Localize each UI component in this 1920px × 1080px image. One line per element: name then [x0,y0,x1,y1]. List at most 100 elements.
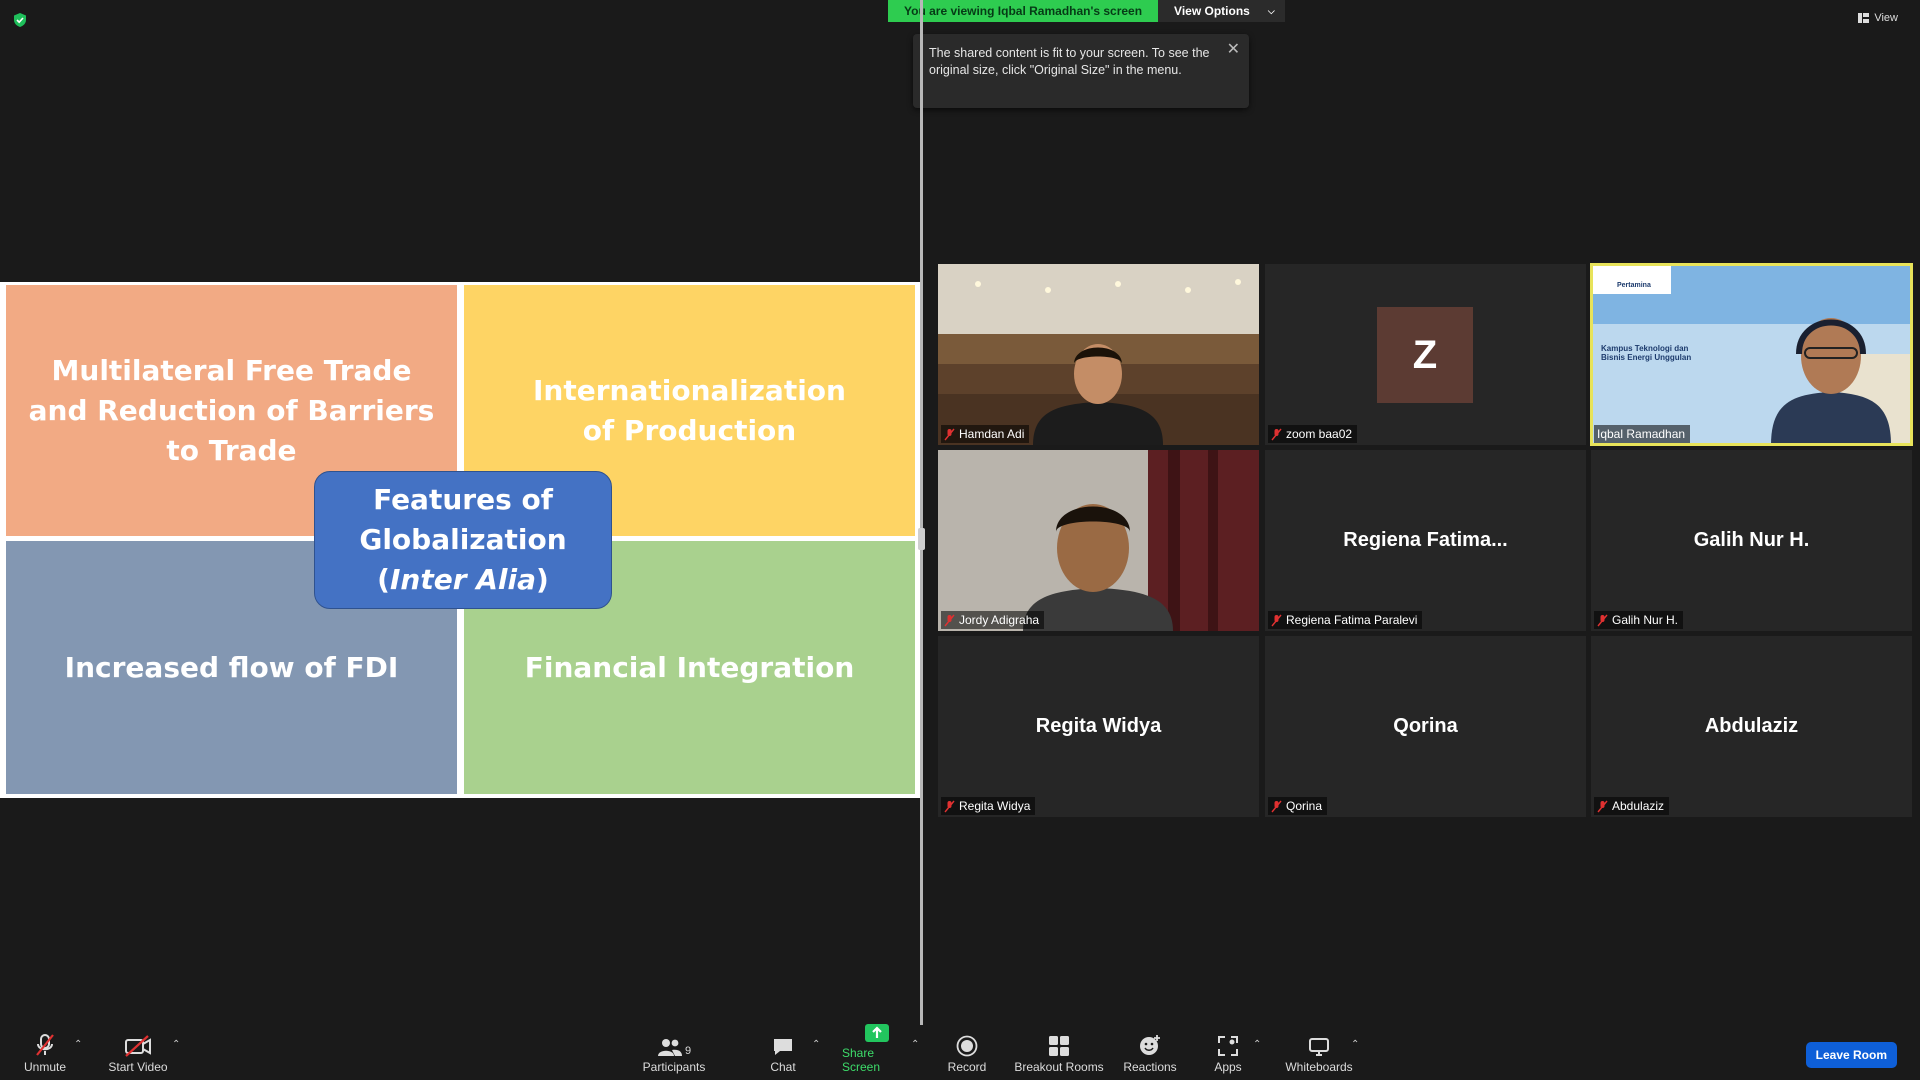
participant-name-label: zoom baa02 [1268,425,1358,443]
leave-room-button[interactable]: Leave Room [1805,1042,1897,1068]
participant-name: zoom baa02 [1286,427,1353,441]
participant-tile-zoom-baa02[interactable]: Z zoom baa02 [1265,264,1586,445]
breakout-rooms-label: Breakout Rooms [1014,1060,1104,1074]
reactions-button[interactable]: Reactions [1122,1031,1178,1074]
unmute-label: Unmute [23,1060,67,1074]
apps-label: Apps [1214,1060,1242,1074]
participant-name-label: Iqbal Ramadhan [1594,425,1691,443]
participant-name: Iqbal Ramadhan [1597,427,1686,441]
participant-name: Regita Widya [959,799,1031,813]
participant-name-label: Abdulaziz [1594,797,1670,815]
muted-mic-icon [1597,614,1608,626]
apps-options-caret-icon[interactable]: ⌃ [1253,1039,1261,1050]
participant-name: Hamdan Adi [959,427,1025,441]
participant-display-name: Regiena Fatima... [1343,529,1508,551]
breakout-rooms-button[interactable]: Breakout Rooms [1014,1031,1104,1074]
participant-display-name: Galih Nur H. [1693,529,1810,551]
participant-display-name: Abdulaziz [1704,715,1799,737]
view-button[interactable]: View [1858,12,1898,24]
participant-name: Regiena Fatima Paralevi [1286,613,1418,627]
participant-name: Abdulaziz [1612,799,1665,813]
audio-options-caret-icon[interactable]: ⌃ [74,1039,82,1050]
share-screen-button[interactable]: Share Screen [842,1017,912,1074]
breakout-rooms-icon [1049,1036,1069,1056]
chat-button[interactable]: Chat [768,1031,798,1074]
whiteboard-icon [1309,1038,1329,1056]
participant-tile-jordy[interactable]: Jordy Adigraha [938,450,1259,631]
view-options-label: View Options [1174,4,1250,18]
fit-to-screen-tooltip: The shared content is fit to your screen… [913,34,1249,108]
virtual-background-logo: Pertamina [1617,282,1651,289]
share-screen-label: Share Screen [842,1046,881,1074]
unmute-button[interactable]: Unmute [22,1031,68,1074]
participant-tile-galih[interactable]: Galih Nur H. Galih Nur H. [1591,450,1912,631]
muted-mic-icon [944,428,955,440]
video-feed-lecture-hall [938,264,1259,445]
tooltip-text: The shared content is fit to your screen… [929,46,1210,77]
whiteboards-label: Whiteboards [1285,1060,1353,1074]
muted-mic-icon [944,800,955,812]
participant-name-label: Hamdan Adi [941,425,1030,443]
participant-name: Galih Nur H. [1612,613,1679,627]
whiteboards-button[interactable]: Whiteboards [1283,1031,1355,1074]
participant-display-name: Regita Widya [1035,715,1162,737]
muted-mic-icon [944,614,955,626]
participant-name: Qorina [1286,799,1323,813]
participants-button[interactable]: 9 Participants [641,1031,707,1074]
viewing-screen-label: You are viewing Iqbal Ramadhan's screen [888,0,1159,22]
slide-text-production: Internationalization of Production [533,373,846,447]
participant-tile-abdulaziz[interactable]: Abdulaziz Abdulaziz [1591,636,1912,817]
start-video-label: Start Video [108,1060,168,1074]
muted-mic-icon [36,1034,54,1056]
apps-button[interactable]: Apps [1213,1031,1243,1074]
screen-share-banner: You are viewing Iqbal Ramadhan's screen … [888,0,1285,22]
muted-mic-icon [1271,800,1282,812]
participant-tile-qorina[interactable]: Qorina Qorina [1265,636,1586,817]
participant-tile-regiena[interactable]: Regiena Fatima... Regiena Fatima Paralev… [1265,450,1586,631]
close-icon[interactable]: ✕ [1227,39,1240,59]
chat-icon [774,1039,792,1055]
chat-label: Chat [770,1060,796,1074]
virtual-background-text: Kampus Teknologi dan Bisnis Energi Unggu… [1601,344,1692,362]
participant-display-name: Qorina [1393,715,1458,737]
security-shield-icon[interactable] [12,12,28,28]
chat-options-caret-icon[interactable]: ⌃ [812,1039,820,1050]
muted-mic-icon [1271,614,1282,626]
record-button[interactable]: Record [945,1031,989,1074]
view-label: View [1874,12,1898,24]
meeting-toolbar: Unmute ⌃ Start Video ⌃ 9 Participants Ch… [0,1024,1920,1080]
participant-tile-iqbal[interactable]: Pertamina Kampus Teknologi dan Bisnis En… [1590,263,1913,446]
video-feed-room [938,450,1259,631]
participant-tile-hamdan[interactable]: Hamdan Adi [938,264,1259,445]
slide-text-trade: Multilateral Free Trade and Reduction of… [28,353,435,467]
share-options-caret-icon[interactable]: ⌃ [911,1039,919,1050]
shared-screen-slide: Multilateral Free Trade and Reduction of… [0,282,920,798]
share-screen-icon [865,1024,889,1042]
center-title-line1: Features of [373,483,553,516]
record-icon [956,1035,978,1057]
center-title-italic: Inter Alia [389,563,537,596]
participant-name-label: Regita Widya [941,797,1036,815]
slide-text-finance: Financial Integration [524,650,855,684]
participant-name: Jordy Adigraha [959,613,1040,627]
view-options-button[interactable]: View Options ⌵ [1158,0,1285,22]
reactions-label: Reactions [1123,1060,1177,1074]
participants-label: Participants [642,1060,706,1074]
divider-handle[interactable] [918,528,925,550]
video-off-icon [125,1035,151,1057]
start-video-button[interactable]: Start Video [106,1031,170,1074]
whiteboards-options-caret-icon[interactable]: ⌃ [1351,1039,1359,1050]
avatar: Z [1377,307,1473,403]
participant-name-label: Regiena Fatima Paralevi [1268,611,1423,629]
participant-name-label: Qorina [1268,797,1328,815]
reactions-icon [1140,1035,1160,1055]
grid-view-icon [1858,13,1870,23]
muted-mic-icon [1597,800,1608,812]
split-divider[interactable] [920,0,923,1030]
participant-name-label: Galih Nur H. [1594,611,1684,629]
participant-tile-regita[interactable]: Regita Widya Regita Widya [938,636,1259,817]
apps-icon [1218,1036,1238,1056]
video-options-caret-icon[interactable]: ⌃ [172,1039,180,1050]
center-title-close: ) [536,563,549,596]
participant-name-label: Jordy Adigraha [941,611,1045,629]
